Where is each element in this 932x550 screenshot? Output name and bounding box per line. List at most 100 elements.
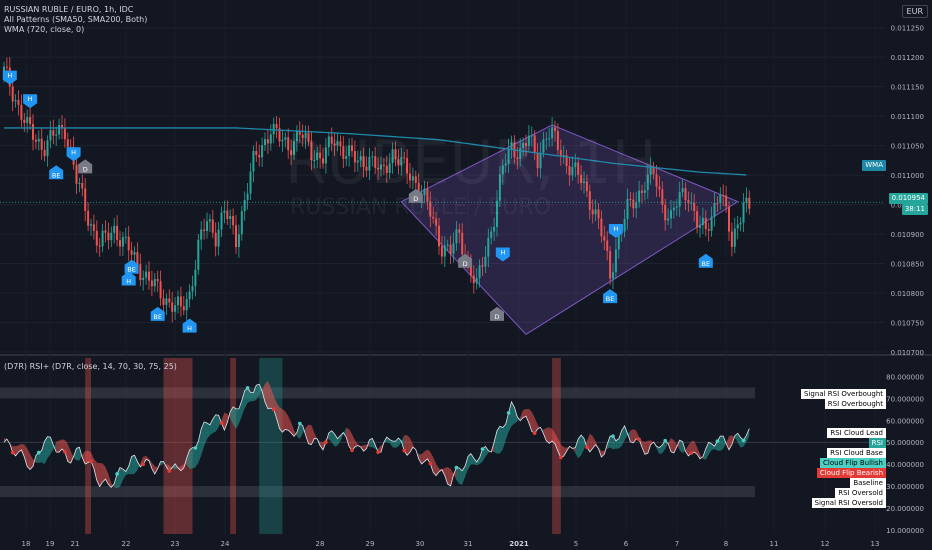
cloud-flip-bearish-dot: [167, 469, 172, 473]
candle-body: [736, 224, 739, 229]
candle-body: [681, 188, 684, 193]
time-tick-label: 28: [316, 540, 325, 548]
rsi-cloud-segment: [207, 422, 210, 439]
candle-body: [156, 279, 159, 282]
pattern-marker-h[interactable]: H: [23, 94, 38, 109]
candle-body: [78, 183, 81, 185]
candle-body: [49, 130, 52, 141]
bearish-column: [85, 358, 91, 534]
cloud-flip-bearish-dot: [63, 450, 67, 454]
candle-body: [63, 128, 66, 140]
candle-body: [696, 211, 699, 228]
candle-body: [5, 66, 8, 68]
candle-body: [17, 100, 20, 105]
candle-body: [20, 104, 23, 120]
rsi-legend-label: RSI Cloud Lead: [827, 428, 886, 438]
candle-body: [693, 202, 696, 212]
pattern-marker-be[interactable]: BE: [150, 306, 165, 321]
rsi-tick-label: 60.000000: [886, 417, 924, 425]
rsi-cloud-segment: [314, 432, 318, 439]
candle-body: [490, 231, 493, 238]
candle-body: [81, 183, 84, 189]
candle-body: [29, 117, 32, 124]
price-tick-label: 0.010750: [891, 320, 924, 328]
rsi-cloud-segment: [236, 408, 239, 429]
candle-body: [266, 139, 269, 144]
time-tick-label: 29: [366, 540, 375, 548]
rsi-title[interactable]: (D7R) RSI+ (D7R, close, 14, 70, 30, 75, …: [4, 361, 177, 372]
marker-label: H: [187, 325, 192, 333]
candle-body: [446, 244, 449, 246]
candle-body: [37, 138, 40, 142]
time-tick-label: 6: [624, 540, 629, 548]
candle-body: [493, 226, 496, 232]
cloud-flip-bearish-dot: [428, 461, 433, 466]
candle-body: [197, 239, 200, 270]
candle-body: [438, 225, 440, 247]
time-tick-label: 30: [416, 540, 425, 548]
rsi-legend-label: RSI: [868, 438, 886, 448]
rsi-cloud-segment: [499, 426, 503, 454]
candle-body: [443, 245, 446, 257]
candle-body: [458, 229, 461, 233]
rsi-legend-label: Cloud Flip Bullish: [820, 458, 886, 468]
candle-body: [32, 123, 34, 140]
time-tick-label: 7: [675, 540, 679, 548]
price-tick-label: 0.010900: [891, 231, 924, 239]
cloud-flip-bearish-dot: [219, 421, 224, 425]
pattern-marker-be[interactable]: BE: [698, 253, 713, 268]
candle-body: [84, 188, 87, 211]
marker-label: D: [463, 260, 468, 268]
marker-label: D: [83, 165, 88, 173]
candle-body: [95, 230, 98, 246]
price-tick-label: 0.011150: [891, 84, 924, 92]
candle-body: [261, 145, 264, 158]
candle-body: [722, 194, 725, 196]
rsi-cloud-segment: [726, 436, 729, 450]
currency-badge[interactable]: EUR: [901, 5, 928, 18]
wma-indicator[interactable]: WMA (720, close, 0): [4, 24, 84, 35]
rsi-tick-label: 20.000000: [886, 505, 924, 513]
candle-body: [92, 224, 95, 231]
rsi-tick-label: 70.000000: [886, 395, 924, 403]
pattern-marker-h[interactable]: H: [66, 147, 81, 162]
candle-body: [629, 198, 632, 200]
candle-body: [145, 271, 148, 278]
candle-body: [600, 218, 603, 237]
candle-body: [153, 279, 156, 287]
candle-body: [719, 194, 722, 203]
rsi-legend-label: RSI Cloud Base: [827, 448, 886, 458]
watermark-ticker: RUBEUR, 1H: [285, 128, 657, 198]
candle-body: [269, 134, 272, 144]
rsi-legend-label: Signal RSI Oversold: [811, 498, 886, 508]
cloud-flip-bullish-dot: [480, 447, 485, 451]
rsi-cloud-segment: [250, 392, 254, 402]
candle-body: [730, 231, 733, 247]
candle-body: [119, 240, 121, 247]
rsi-cloud-segment: [285, 411, 289, 431]
candle-body: [34, 139, 37, 142]
candle-body: [133, 252, 136, 255]
pattern-marker-d[interactable]: D: [78, 159, 93, 174]
candle-body: [739, 222, 742, 225]
cloud-flip-bullish-dot: [663, 438, 667, 443]
pattern-marker-h[interactable]: H: [182, 318, 197, 333]
pattern-marker-h[interactable]: H: [2, 70, 17, 85]
rsi-cloud-segment: [630, 429, 634, 443]
oversold-band: [0, 486, 755, 498]
candle-body: [275, 124, 278, 129]
price-tick-label: 0.010850: [891, 261, 924, 269]
pattern-marker-be[interactable]: BE: [603, 289, 618, 304]
pattern-marker-be[interactable]: BE: [49, 165, 64, 180]
candle-body: [664, 204, 667, 221]
rsi-cloud-segment: [618, 430, 622, 449]
candle-body: [742, 202, 745, 223]
cloud-flip-bearish-dot: [271, 407, 276, 412]
marker-label: H: [126, 277, 131, 285]
marker-label: H: [7, 72, 12, 80]
rsi-cloud-segment: [708, 442, 712, 455]
candle-body: [487, 237, 490, 257]
cloud-flip-bullish-dot: [741, 438, 746, 443]
candle-body: [612, 272, 614, 279]
rsi-cloud-segment: [50, 437, 54, 455]
